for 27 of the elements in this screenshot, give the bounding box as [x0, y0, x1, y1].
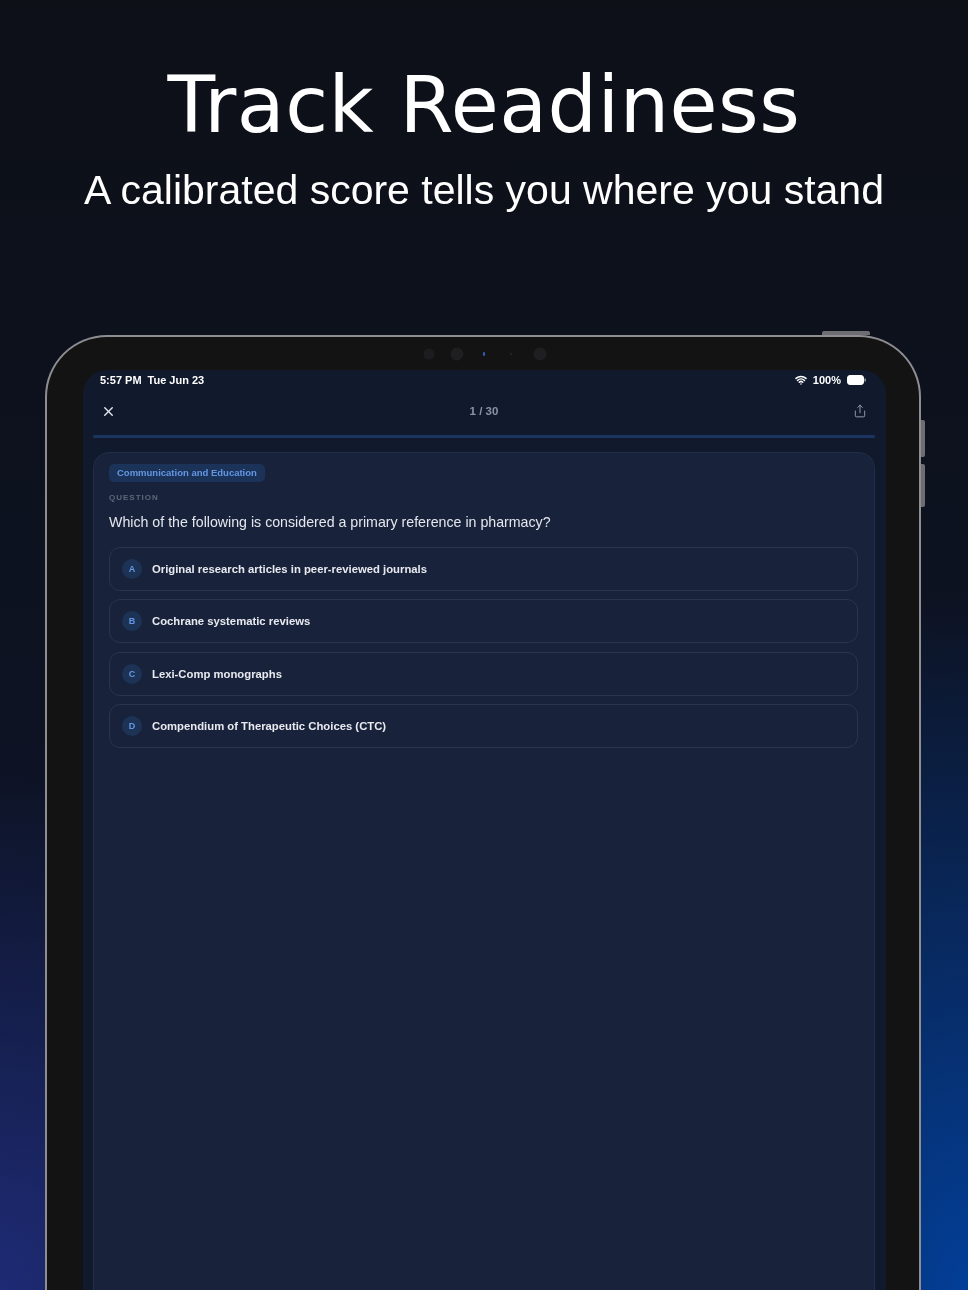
option-text: Compendium of Therapeutic Choices (CTC)	[152, 719, 387, 732]
status-time: 5:57 PM	[100, 373, 142, 387]
question-label: QUESTION	[109, 492, 159, 504]
option-text: Lexi-Comp monographs	[152, 667, 282, 680]
headline-title: Track Readiness	[167, 59, 801, 152]
question-text: Which of the following is considered a primary reference in pharmacy?	[109, 513, 551, 532]
wifi-icon	[794, 374, 807, 386]
share-button[interactable]	[852, 403, 867, 419]
option-text: Original research articles in peer-reviewed journals	[152, 563, 427, 575]
option-text: Cochrane systematic reviews	[152, 615, 311, 628]
question-counter: 1 / 30	[469, 404, 499, 418]
frame-side-key	[921, 420, 925, 457]
battery-percent: 100%	[812, 373, 841, 387]
battery-icon	[847, 375, 866, 385]
answer-option[interactable]: D Compendium of Therapeutic Choices (CTC)	[109, 703, 858, 748]
answer-option[interactable]: A Original research articles in peer-reviewed journals	[109, 547, 858, 591]
frame-top-key	[822, 331, 870, 335]
answer-option[interactable]: B Cochrane systematic reviews	[109, 599, 858, 644]
option-letter: C	[122, 663, 142, 684]
status-date: Tue Jun 23	[147, 373, 205, 387]
option-letter: D	[122, 715, 142, 736]
headline-subtitle: A calibrated score tells you where you stand	[84, 166, 884, 215]
category-tag: Communication and Education	[109, 464, 265, 482]
frame-side-key	[921, 464, 925, 507]
option-letter: B	[122, 611, 142, 632]
option-letter: A	[122, 559, 142, 579]
answer-option[interactable]: C Lexi-Comp monographs	[109, 651, 858, 696]
